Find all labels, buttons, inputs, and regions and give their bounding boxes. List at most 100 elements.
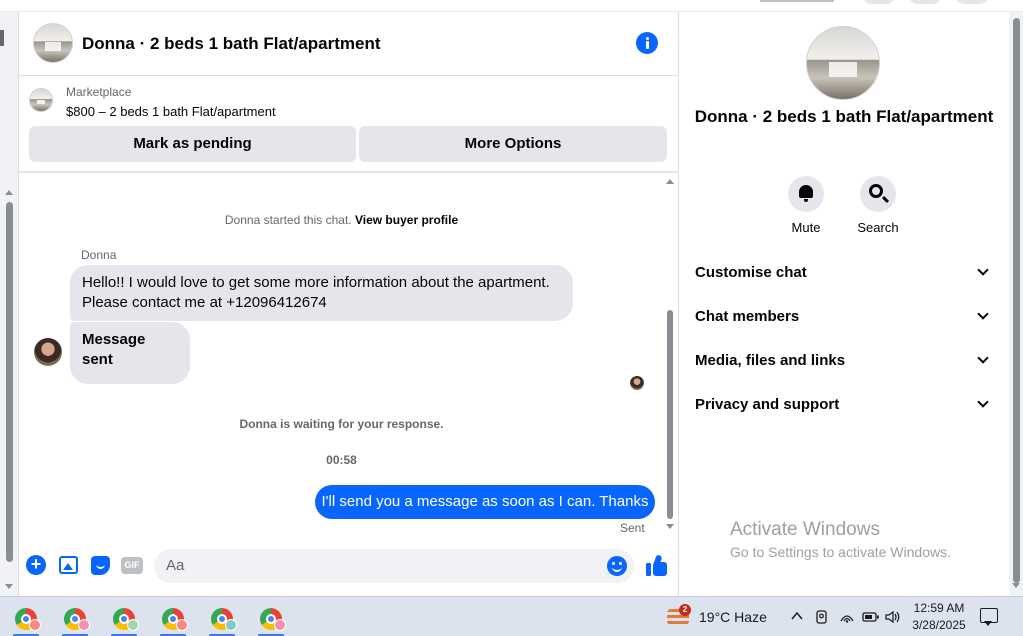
nav-indicator xyxy=(760,0,834,2)
taskbar-app-chrome[interactable] xyxy=(201,603,241,636)
nav-button[interactable] xyxy=(862,0,896,4)
sender-name: Donna xyxy=(81,248,117,262)
chevron-up-icon[interactable] xyxy=(790,609,804,623)
scroll-thumb[interactable] xyxy=(1013,18,1020,583)
thumbs-up-cuff xyxy=(646,563,651,576)
chevron-down-icon xyxy=(977,264,989,276)
messages-scrollbar[interactable] xyxy=(664,175,677,535)
message-input[interactable]: Aa xyxy=(154,549,634,583)
message-status: Sent xyxy=(620,521,645,535)
section-label: Chat members xyxy=(695,308,800,325)
windows-taskbar: 2 19°C Haze 12:59 AM 3/28/2025 xyxy=(0,596,1023,636)
scroll-down-arrow[interactable] xyxy=(5,584,13,589)
profile-badge xyxy=(127,619,139,631)
taskbar-app-chrome[interactable] xyxy=(5,603,45,636)
chat-info-panel: Donna · 2 beds 1 bath Flat/apartment Mut… xyxy=(679,12,1009,596)
volume-icon[interactable] xyxy=(884,609,902,625)
message-list: Donna started this chat. View buyer prof… xyxy=(19,175,679,537)
image-icon[interactable] xyxy=(59,556,78,574)
incoming-message[interactable]: Hello!! I would love to get some more in… xyxy=(70,265,573,321)
chat-started-notice: Donna started this chat. View buyer prof… xyxy=(19,213,664,227)
mute-button[interactable]: Mute xyxy=(771,176,841,235)
scroll-down-arrow[interactable] xyxy=(1012,583,1020,588)
mute-circle xyxy=(788,176,824,212)
marketplace-label: Marketplace xyxy=(66,85,132,99)
chat-title[interactable]: Donna · 2 beds 1 bath Flat/apartment xyxy=(82,34,381,54)
weather-text[interactable]: 19°C Haze xyxy=(699,609,767,625)
scroll-down-arrow[interactable] xyxy=(666,524,674,529)
section-customise-chat[interactable]: Customise chat xyxy=(695,259,995,287)
message-timestamp: 00:58 xyxy=(326,453,357,467)
chat-panel: Donna · 2 beds 1 bath Flat/apartment Mar… xyxy=(18,12,679,596)
notification-icon[interactable] xyxy=(980,608,998,626)
section-privacy-support[interactable]: Privacy and support xyxy=(695,391,995,419)
page-scrollbar[interactable] xyxy=(0,12,18,596)
nav-button[interactable] xyxy=(908,0,942,4)
top-navigation-strip xyxy=(0,0,1023,12)
scroll-up-arrow[interactable] xyxy=(5,190,13,195)
battery-icon[interactable] xyxy=(862,609,880,625)
profile-badge xyxy=(274,619,286,631)
wifi-icon[interactable] xyxy=(839,609,855,625)
mark-as-pending-button[interactable]: Mark as pending xyxy=(29,126,356,162)
right-scrollbar[interactable] xyxy=(1009,12,1023,596)
taskbar-app-chrome[interactable] xyxy=(250,603,290,636)
mute-label: Mute xyxy=(791,220,821,235)
profile-avatar[interactable] xyxy=(955,0,989,4)
weather-badge: 2 xyxy=(679,604,691,616)
marketplace-listing-bar: Marketplace $800 – 2 beds 1 bath Flat/ap… xyxy=(19,77,679,173)
more-options-button[interactable]: More Options xyxy=(359,126,667,162)
clock-time: 12:59 AM xyxy=(913,601,965,615)
taskbar-app-chrome[interactable] xyxy=(54,603,94,636)
info-icon[interactable] xyxy=(636,32,658,54)
bell-icon xyxy=(799,185,813,202)
section-label: Media, files and links xyxy=(695,352,846,369)
incoming-message[interactable]: Message sent xyxy=(70,322,190,384)
search-button[interactable]: Search xyxy=(843,176,913,235)
scroll-thumb[interactable] xyxy=(667,310,673,519)
scroll-thumb[interactable] xyxy=(6,202,13,562)
chat-header: Donna · 2 beds 1 bath Flat/apartment xyxy=(19,12,679,76)
section-label: Privacy and support xyxy=(695,396,840,413)
listing-profile-image[interactable] xyxy=(806,26,880,100)
listing-avatar[interactable] xyxy=(33,23,73,63)
listing-thumbnail[interactable] xyxy=(29,88,53,112)
profile-badge xyxy=(225,619,237,631)
taskbar-app-chrome[interactable] xyxy=(152,603,192,636)
chat-started-text: Donna started this chat. xyxy=(224,213,352,227)
seen-by-avatar xyxy=(630,376,644,390)
gif-icon[interactable]: GIF xyxy=(121,557,143,574)
sticker-icon[interactable] xyxy=(91,556,110,575)
chevron-down-icon xyxy=(977,396,989,408)
sender-avatar[interactable] xyxy=(34,338,62,366)
search-icon xyxy=(869,184,883,198)
scroll-edge xyxy=(0,30,4,46)
profile-badge xyxy=(176,619,188,631)
clock-date: 3/28/2025 xyxy=(912,618,966,632)
outgoing-message[interactable]: I'll send you a message as soon as I can… xyxy=(315,485,655,519)
view-buyer-profile-link[interactable]: View buyer profile xyxy=(355,213,458,227)
profile-badge xyxy=(78,619,90,631)
search-circle xyxy=(860,176,896,212)
profile-badge xyxy=(29,619,41,631)
info-title: Donna · 2 beds 1 bath Flat/apartment xyxy=(694,107,994,126)
system-clock[interactable]: 12:59 AM 3/28/2025 xyxy=(905,600,973,634)
section-label: Customise chat xyxy=(695,264,807,281)
app-window: Donna · 2 beds 1 bath Flat/apartment Mar… xyxy=(0,0,1023,636)
section-chat-members[interactable]: Chat members xyxy=(695,303,995,331)
taskbar-app-chrome[interactable] xyxy=(103,603,143,636)
search-label: Search xyxy=(857,220,899,235)
listing-price[interactable]: $800 – 2 beds 1 bath Flat/apartment xyxy=(66,104,276,119)
activate-windows-title: Activate Windows xyxy=(730,519,880,540)
section-media-files-links[interactable]: Media, files and links xyxy=(695,347,995,375)
plus-icon[interactable]: + xyxy=(26,555,46,575)
scroll-up-arrow[interactable] xyxy=(666,179,674,184)
emoji-icon[interactable] xyxy=(607,556,627,576)
activate-windows-subtitle: Go to Settings to activate Windows. xyxy=(730,544,951,560)
message-composer: + GIF Aa xyxy=(19,544,679,588)
thumbs-up-icon[interactable] xyxy=(646,554,668,577)
meet-now-icon[interactable] xyxy=(814,609,830,625)
chevron-down-icon xyxy=(977,352,989,364)
waiting-notice: Donna is waiting for your response. xyxy=(239,417,444,431)
chevron-down-icon xyxy=(977,308,989,320)
